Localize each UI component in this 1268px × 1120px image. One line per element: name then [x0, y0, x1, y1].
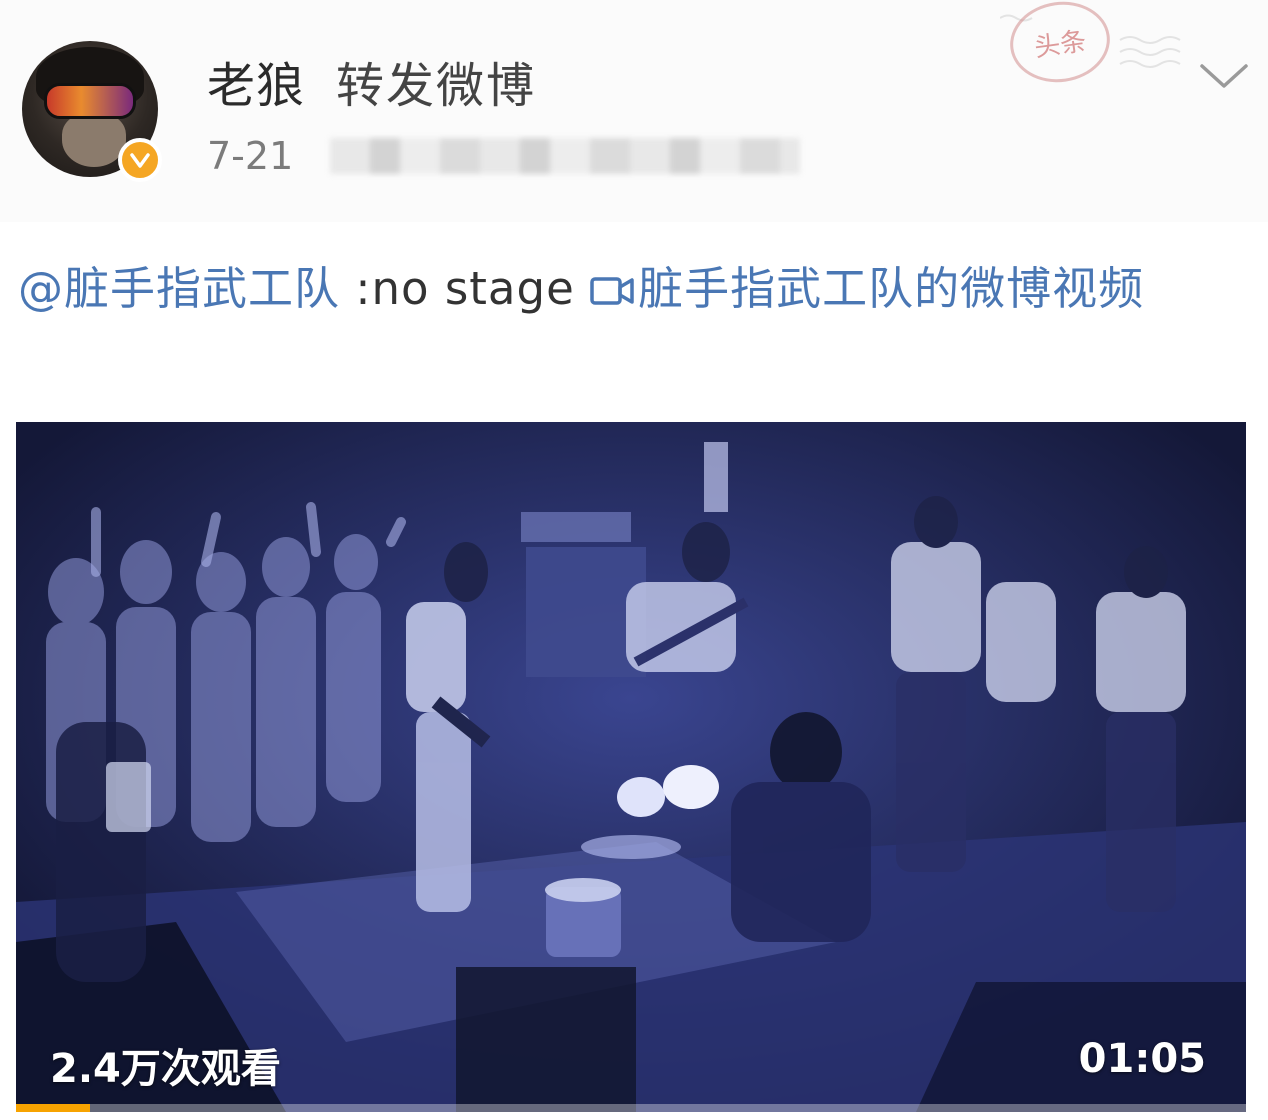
chevron-down-icon[interactable]: [1196, 56, 1252, 96]
avatar-goggles: [44, 83, 136, 119]
stamp-text: 头条: [1032, 26, 1089, 63]
video-link[interactable]: 脏手指武工队的微博视频: [590, 262, 1144, 315]
verified-badge-icon: [118, 138, 162, 182]
video-progress-bar[interactable]: [16, 1104, 1246, 1112]
view-count: 2.4万次观看: [50, 1046, 281, 1092]
video-frame: [16, 422, 1246, 1112]
mention-link[interactable]: @脏手指武工队: [18, 262, 340, 315]
post-text-body: :no stage: [340, 262, 591, 315]
post-date[interactable]: 7-21: [207, 134, 293, 178]
blurred-source: [330, 138, 800, 174]
video-progress-fill: [16, 1104, 90, 1112]
video-duration: 01:05: [1078, 1036, 1206, 1082]
avatar-face: [62, 113, 126, 167]
video-camera-icon: [590, 262, 634, 324]
post-content: @脏手指武工队 :no stage 脏手指武工队的微博视频: [18, 258, 1248, 324]
user-name[interactable]: 老狼: [207, 46, 305, 116]
repost-label: 转发微博: [336, 58, 537, 114]
video-link-label: 脏手指武工队的微博视频: [638, 262, 1145, 315]
video-player[interactable]: 2.4万次观看 01:05: [16, 422, 1246, 1112]
post-header: 老狼 转发微博 7-21 头条: [0, 0, 1268, 222]
